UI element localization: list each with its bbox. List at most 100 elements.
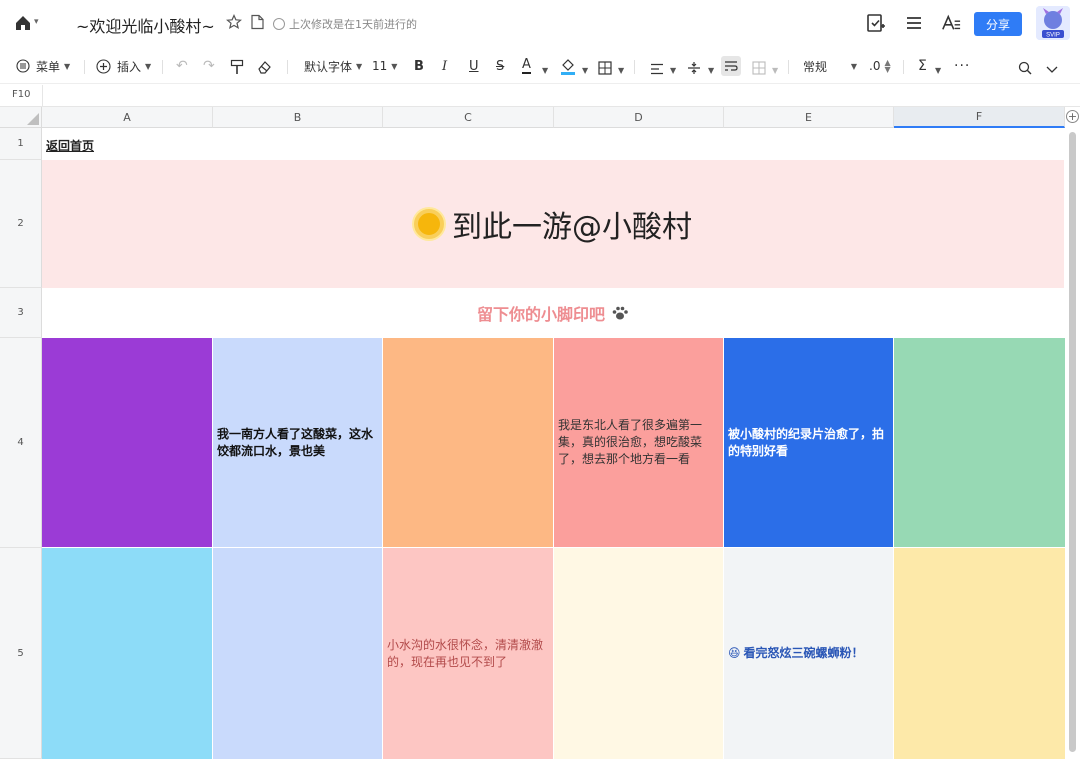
sum-function-icon[interactable]: Σ [918,57,927,75]
search-icon[interactable] [1018,59,1032,77]
avatar[interactable]: SVIP [1036,6,1070,40]
text-style-icon[interactable] [941,13,961,33]
chevron-down-icon[interactable]: ▼ [582,61,588,79]
select-all-corner[interactable] [0,107,42,128]
clear-format-eraser-icon[interactable] [257,58,271,76]
chevron-down-icon: ▼ [145,61,152,71]
add-column-icon[interactable]: + [1066,110,1079,123]
row-header-2[interactable]: 2 [0,160,42,288]
insert-label: 插入 [117,59,142,74]
cell-f5[interactable] [894,548,1065,759]
font-color-icon[interactable]: A [522,57,531,74]
corner-triangle-icon [27,113,39,125]
font-family-select[interactable]: 默认字体 ▼ [304,57,362,75]
chevron-down-icon: ▼ [356,61,363,71]
merge-cells-icon[interactable] [752,59,766,77]
column-header-e[interactable]: E [724,107,894,128]
number-format-value: 常规 [803,59,828,74]
plus-circle-icon [96,58,111,74]
saved-check-icon [273,18,285,30]
cell-e5-text: 看完怒炫三碗螺蛳粉！ [743,646,864,660]
italic-icon[interactable]: I [442,57,447,75]
avatar-badge: SVIP [1046,33,1060,39]
stepper-icon: ▲ ▼ [884,58,891,74]
decimal-places-control[interactable]: .0 ▲ ▼ [869,57,891,75]
underline-icon[interactable]: U [469,57,479,75]
collapse-toolbar-chevron-icon[interactable] [1046,61,1058,79]
save-status: 上次修改是在1天前进行的 [273,16,417,32]
align-left-icon[interactable] [650,60,664,78]
document-title[interactable]: ~欢迎光临小酸村~ [76,13,215,37]
chevron-down-icon: ▼ [850,61,857,71]
menu-list-icon[interactable] [904,13,924,33]
menu-circle-icon [16,59,30,73]
cell-a4[interactable] [42,338,212,547]
column-header-d[interactable]: D [554,107,724,128]
decimal-value: .0 [869,59,881,73]
row-header-4[interactable]: 4 [0,338,42,548]
borders-icon[interactable] [598,59,612,77]
chevron-down-icon[interactable]: ▼ [708,61,714,79]
top-bar: ▾ ~欢迎光临小酸村~ 上次修改是在1天前进行的 分享 SVIP [0,0,1080,48]
row-header-5[interactable]: 5 [0,548,42,759]
vertical-scrollbar-thumb[interactable] [1069,132,1076,752]
row-header-1[interactable]: 1 [0,128,42,160]
strikethrough-icon[interactable]: S [496,57,504,75]
chevron-down-icon[interactable]: ▼ [670,61,676,79]
undo-icon[interactable]: ↶ [176,57,188,75]
redo-icon[interactable]: ↷ [203,57,215,75]
format-painter-icon[interactable] [230,58,244,76]
star-icon[interactable] [226,14,242,30]
row-header-3[interactable]: 3 [0,288,42,338]
cell-e4[interactable]: 被小酸村的纪录片治愈了，拍的特别好看 [724,338,893,547]
number-format-select[interactable]: 常规 ▼ [803,57,857,75]
cell-b4[interactable]: 我一南方人看了这酸菜，这水饺都流口水，景也美 [213,338,382,547]
menu-button[interactable]: 菜单 ▼ [16,57,70,75]
share-button[interactable]: 分享 [974,12,1022,36]
cell-b5[interactable] [213,548,382,759]
vertical-align-icon[interactable] [687,59,701,77]
more-icon[interactable]: ··· [954,57,970,75]
chevron-down-icon[interactable]: ▼ [618,61,624,79]
sun-emoji-icon [414,209,444,239]
chevron-down-icon[interactable]: ▼ [935,61,941,79]
banner-title: 到此一游@小酸村 [452,210,692,245]
column-header-b[interactable]: B [213,107,383,128]
svip-avatar-icon: SVIP [1036,6,1070,40]
font-family-value: 默认字体 [304,59,353,74]
font-size-select[interactable]: 11 ▼ [372,57,397,75]
cell-f4[interactable] [894,338,1065,547]
cell-c5[interactable]: 小水沟的水很怀念，清清澈澈的，现在再也见不到了 [383,548,553,759]
cell-a5[interactable] [42,548,212,759]
home-icon[interactable] [14,14,32,32]
cell-reference[interactable]: F10 [12,89,30,100]
chevron-down-icon[interactable]: ▼ [542,61,548,79]
save-status-text: 上次修改是在1天前进行的 [289,18,417,31]
cell-e5[interactable]: 😆 看完怒炫三碗螺蛳粉！ [724,548,893,759]
column-header-c[interactable]: C [383,107,554,128]
fill-color-icon[interactable] [560,57,576,75]
formula-input[interactable] [50,88,1050,104]
cell-d5[interactable] [554,548,723,759]
chevron-down-icon: ▼ [64,61,71,71]
wrap-text-icon [725,61,738,71]
menu-label: 菜单 [36,59,61,74]
move-document-icon[interactable] [250,14,265,30]
column-header-f[interactable]: F [894,107,1065,128]
chevron-down-icon: ▼ [391,61,398,71]
insert-button[interactable]: 插入 ▼ [96,57,151,75]
cell-d4[interactable]: 我是东北人看了很多遍第一集，真的很治愈，想吃酸菜了，想去那个地方看一看 [554,338,723,547]
bold-icon[interactable]: B [414,57,424,75]
wrap-text-button[interactable] [721,56,741,76]
subtitle-cell[interactable]: 留下你的小脚印吧 [42,288,1064,338]
formatting-toolbar: 菜单 ▼ 插入 ▼ ↶ ↷ 默认字体 ▼ 11 ▼ B I U S A ▼ ▼ ▼ ▼ … [0,48,1080,84]
cell-c4[interactable] [383,338,553,547]
back-to-home-link[interactable]: 返回首页 [46,137,94,154]
formula-bar: F10 [0,85,1080,107]
chevron-down-icon[interactable]: ▼ [772,61,778,79]
column-header-a[interactable]: A [42,107,213,128]
grinning-emoji-icon: 😆 [728,646,741,660]
new-document-icon[interactable] [866,13,886,33]
home-menu-chevron-icon[interactable]: ▾ [34,17,39,27]
banner-cell[interactable]: 到此一游@小酸村 [42,160,1064,288]
